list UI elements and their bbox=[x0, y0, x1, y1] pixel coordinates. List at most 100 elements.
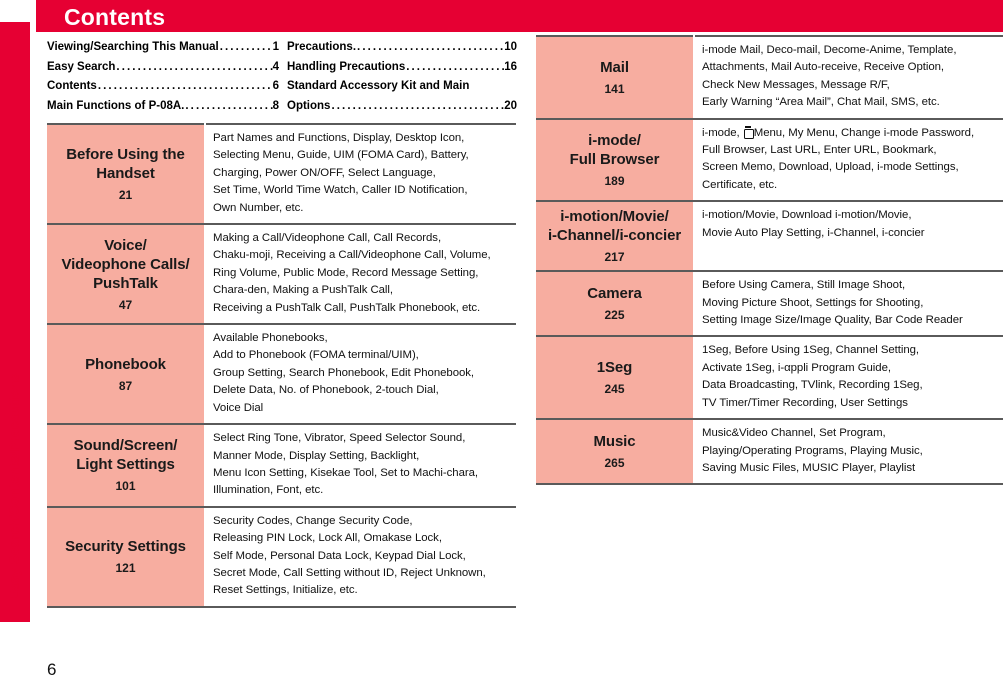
section-desc-line: i-mode, Menu, My Menu, Change i-mode Pas… bbox=[702, 125, 999, 142]
left-section-title-cell[interactable]: Voice/Videophone Calls/PushTalk 47 bbox=[47, 224, 206, 326]
right-section-title-cell[interactable]: Music 265 bbox=[536, 419, 695, 486]
section-desc-line: Own Number, etc. bbox=[213, 201, 304, 214]
toc-entry-page: 1 bbox=[272, 41, 279, 53]
section-desc-line: Charging, Power ON/OFF, Select Language, bbox=[213, 166, 436, 179]
table-row: Camera 225 Before Using Camera, Still Imag… bbox=[536, 271, 1003, 338]
section-desc-line: Attachments, Mail Auto-receive, Receive … bbox=[702, 61, 945, 74]
right-section-title-cell[interactable]: 1Seg 245 bbox=[536, 336, 695, 421]
page-title: Contents bbox=[64, 4, 166, 30]
section-desc-line: Before Using Camera, Still Image Shoot, bbox=[702, 279, 906, 292]
left-section-title-cell[interactable]: Phonebook 87 bbox=[47, 324, 206, 426]
left-section-title-cell[interactable]: Security Settings 121 bbox=[47, 506, 206, 608]
section-desc-line: Selecting Menu, Guide, UIM (FOMA Card), … bbox=[213, 149, 469, 162]
section-desc-line: Chaku-moji, Receiving a Call/Videophone … bbox=[213, 249, 491, 262]
toc-entry-page: 10 bbox=[504, 41, 517, 53]
section-desc-line: Playing/Operating Programs, Playing Musi… bbox=[702, 444, 923, 457]
section-desc-line: Ring Volume, Public Mode, Record Message… bbox=[213, 266, 479, 279]
right-section-desc-cell: i-mode Mail, Deco-mail, Decome-Anime, Te… bbox=[694, 35, 1003, 120]
right-section-desc-cell: Music&Video Channel, Set Program, Playing… bbox=[694, 419, 1003, 486]
table-row: Security Settings 121 Security Codes, Chan… bbox=[47, 506, 516, 608]
section-desc-line: Chara-den, Making a PushTalk Call, bbox=[213, 284, 394, 297]
toc-entry-dot-leader: ........................................… bbox=[331, 99, 504, 112]
contents-table-left: Before Using the Handset 21 Part Names and … bbox=[47, 122, 516, 608]
section-desc-line: Making a Call/Videophone Call, Call Reco… bbox=[213, 232, 442, 245]
toc-entry-page: 8 bbox=[272, 99, 279, 112]
section-desc-line: i-mode Mail, Deco-mail, Decome-Anime, Te… bbox=[702, 44, 957, 56]
right-section-desc-cell: i-motion/Movie, Download i-motion/Movie,… bbox=[694, 201, 1003, 273]
section-title-line: Security Settings bbox=[65, 538, 186, 556]
section-page-number: 101 bbox=[115, 479, 136, 494]
section-page-number: 141 bbox=[604, 81, 625, 96]
right-section-desc-cell: Before Using Camera, Still Image Shoot, M… bbox=[694, 271, 1003, 338]
section-desc-line: Saving Music Files, MUSIC Player, Playli… bbox=[702, 461, 916, 474]
section-desc-line: Check New Messages, Message R/F, bbox=[702, 78, 890, 91]
toc-entry-label: Main Functions of P-08A. bbox=[47, 99, 185, 112]
section-desc-line: Voice Dial bbox=[213, 401, 264, 414]
section-title-line: i-mode/ bbox=[588, 131, 641, 149]
section-desc-line: Early Warning “Area Mail”, Chat Mail, SM… bbox=[702, 96, 940, 109]
section-desc-line: Self Mode, Personal Data Lock, Keypad Di… bbox=[213, 549, 466, 562]
table-row: i-motion/Movie/i-Channel/i-concier 217 i-m… bbox=[536, 201, 1003, 273]
toc-index-right-entry[interactable]: Standard Accessory Kit and Main.........… bbox=[287, 77, 517, 97]
toc-index-right-entry[interactable]: Precautions.............................… bbox=[287, 38, 517, 58]
section-page-number: 87 bbox=[118, 378, 133, 393]
table-row: Voice/Videophone Calls/PushTalk 47 Making … bbox=[47, 224, 516, 326]
right-section-title-cell[interactable]: i-mode/Full Browser 189 bbox=[536, 118, 695, 203]
section-title-line: 1Seg bbox=[596, 359, 633, 377]
toc-entry-label: Viewing/Searching This Manual bbox=[47, 41, 219, 53]
right-section-title-cell[interactable]: i-motion/Movie/i-Channel/i-concier 217 bbox=[536, 201, 695, 273]
right-section-title-cell[interactable]: Mail 141 bbox=[536, 35, 695, 120]
left-section-title-cell[interactable]: Before Using the Handset 21 bbox=[47, 122, 206, 226]
toc-index-right-column: Precautions.............................… bbox=[287, 38, 517, 116]
table-row: i-mode/Full Browser 189 i-mode, Menu, My M… bbox=[536, 118, 1003, 203]
toc-entry-label: Options bbox=[287, 99, 331, 112]
section-desc-line: Illumination, Font, etc. bbox=[213, 484, 324, 497]
table-row: Sound/Screen/Light Settings 101 Select Rin… bbox=[47, 424, 516, 508]
toc-entry-page: 16 bbox=[504, 60, 517, 73]
section-desc-line: Select Ring Tone, Vibrator, Speed Select… bbox=[213, 432, 466, 445]
section-desc-text: i-mode, bbox=[702, 126, 743, 139]
section-desc-line: Secret Mode, Call Setting without ID, Re… bbox=[213, 566, 486, 579]
section-page-number: 265 bbox=[604, 456, 625, 471]
section-desc-line: Music&Video Channel, Set Program, bbox=[702, 427, 886, 440]
section-desc-line: Available Phonebooks, bbox=[213, 332, 328, 345]
section-title-line: Full Browser bbox=[569, 150, 660, 168]
section-desc-line: i-motion/Movie, Download i-motion/Movie, bbox=[702, 209, 912, 222]
section-page-number: 245 bbox=[604, 382, 625, 397]
table-row: Before Using the Handset 21 Part Names and … bbox=[47, 122, 516, 226]
imode-logo-icon bbox=[743, 125, 754, 139]
toc-index-left-entry[interactable]: Viewing/Searching This Manual...........… bbox=[47, 38, 279, 58]
section-desc-line: Movie Auto Play Setting, i-Channel, i-co… bbox=[702, 226, 925, 239]
section-desc-line: Receiving a PushTalk Call, PushTalk Phon… bbox=[213, 301, 481, 314]
section-desc-line: Moving Picture Shoot, Settings for Shoot… bbox=[702, 296, 924, 309]
toc-index-left-entry[interactable]: Easy Search.............................… bbox=[47, 58, 279, 78]
section-title-line: Videophone Calls/ bbox=[61, 255, 190, 273]
page-number: 6 bbox=[47, 660, 57, 679]
left-section-desc-cell: Making a Call/Videophone Call, Call Reco… bbox=[205, 224, 516, 326]
page-header: Contents bbox=[36, 0, 1003, 32]
left-section-desc-cell: Security Codes, Change Security Code, Rel… bbox=[205, 506, 516, 608]
section-title-line: i-motion/Movie/ bbox=[560, 208, 669, 226]
right-section-title-cell[interactable]: Camera 225 bbox=[536, 271, 695, 338]
table-row: Music 265 Music&Video Channel, Set Program… bbox=[536, 419, 1003, 486]
section-desc-line: 1Seg, Before Using 1Seg, Channel Setting… bbox=[702, 344, 920, 357]
section-desc-line: Activate 1Seg, i-αppli Program Guide, bbox=[702, 361, 891, 374]
toc-index-left-entry[interactable]: Contents................................… bbox=[47, 77, 279, 97]
left-section-desc-cell: Part Names and Functions, Display, Deskt… bbox=[205, 122, 516, 226]
toc-index-left-entry[interactable]: Main Functions of P-08A.................… bbox=[47, 97, 279, 117]
section-page-number: 47 bbox=[118, 297, 133, 312]
toc-entry-label: Easy Search bbox=[47, 60, 116, 73]
toc-entry-page: 4 bbox=[272, 60, 279, 73]
left-section-title-cell[interactable]: Sound/Screen/Light Settings 101 bbox=[47, 424, 206, 508]
right-section-desc-cell: 1Seg, Before Using 1Seg, Channel Setting… bbox=[694, 336, 1003, 421]
section-desc-line: Screen Memo, Download, Upload, i-mode Se… bbox=[702, 161, 959, 174]
section-desc-text: Menu, My Menu, Change i-mode Password, bbox=[753, 126, 975, 139]
toc-index-right-entry[interactable]: Options.................................… bbox=[287, 97, 517, 117]
section-title-line: Music bbox=[593, 433, 636, 451]
toc-index-right-entry[interactable]: Handling Precautions....................… bbox=[287, 58, 517, 78]
toc-entry-label: Standard Accessory Kit and Main bbox=[287, 80, 470, 92]
table-row: Mail 141 i-mode Mail, Deco-mail, Decome-An… bbox=[536, 35, 1003, 120]
section-desc-line: Data Broadcasting, TVlink, Recording 1Se… bbox=[702, 379, 923, 392]
section-page-number: 21 bbox=[118, 188, 133, 203]
toc-entry-dot-leader: ........................................… bbox=[357, 41, 505, 53]
